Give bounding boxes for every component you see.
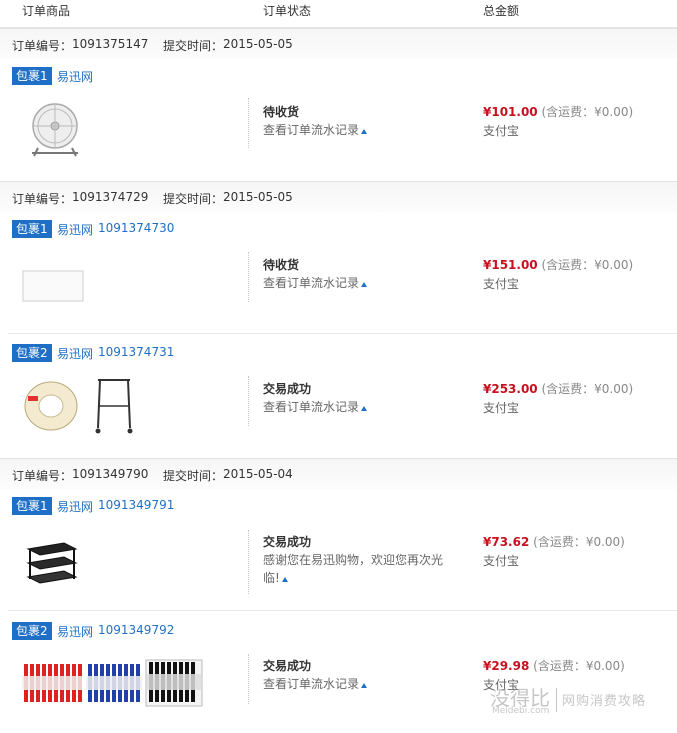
price-amount: ¥73.62	[483, 535, 530, 549]
column-divider	[248, 376, 249, 426]
black-markers	[145, 659, 203, 707]
track-link[interactable]: 临!	[263, 569, 288, 586]
submit-time-label: 提交时间：	[163, 39, 224, 53]
watermark-divider	[556, 688, 557, 712]
shipping-fee: (含运费：¥0.00)	[533, 659, 625, 673]
track-link-label: 查看订单流水记录	[263, 677, 360, 691]
price-amount: ¥29.98	[483, 659, 530, 673]
product-image-tape[interactable]	[22, 378, 80, 434]
submit-time-label: 提交时间：	[163, 192, 224, 206]
order-status: 交易成功	[263, 382, 312, 396]
track-link[interactable]: 查看订单流水记录	[263, 675, 368, 692]
expand-triangle-icon	[281, 577, 288, 582]
watermark: 没得比 Meidebi.com 网购消费攻略	[490, 682, 675, 726]
order-number-label: 订单编号：	[12, 39, 73, 53]
vendor-link[interactable]: 易迅网	[57, 68, 93, 85]
package-row: 包裹1 易迅网 1091349791	[12, 497, 672, 517]
column-divider	[248, 654, 249, 704]
col-goods-label: 订单商品	[22, 4, 71, 18]
expand-triangle-icon	[361, 406, 368, 411]
track-link[interactable]: 查看订单流水记录	[263, 121, 368, 138]
price-line: ¥253.00 (含运费：¥0.00)	[483, 380, 633, 397]
track-link[interactable]: 查看订单流水记录	[263, 398, 368, 415]
submit-time: 2015-05-05	[223, 190, 293, 204]
order-status: 待收货	[263, 105, 300, 119]
red-markers	[22, 664, 82, 702]
order-number: 1091375147	[72, 37, 149, 51]
price-amount: ¥101.00	[483, 105, 538, 119]
package-row: 包裹2 易迅网 1091349792	[12, 622, 672, 642]
price-line: ¥101.00 (含运费：¥0.00)	[483, 103, 633, 120]
vendor-link[interactable]: 易迅网	[57, 345, 93, 362]
price-line: ¥73.62 (含运费：¥0.00)	[483, 533, 625, 550]
order-number-label: 订单编号：	[12, 469, 73, 483]
price-amount: ¥151.00	[483, 258, 538, 272]
column-divider	[248, 252, 249, 302]
shipping-fee: (含运费：¥0.00)	[541, 258, 634, 272]
price-line: ¥151.00 (含运费：¥0.00)	[483, 256, 633, 273]
product-image-file-tray[interactable]	[24, 535, 80, 587]
package-divider	[8, 610, 677, 611]
expand-triangle-icon	[361, 282, 368, 287]
col-total-label: 总金额	[483, 4, 520, 18]
sub-order-link[interactable]: 1091374731	[98, 345, 174, 359]
package-tag: 包裹1	[12, 220, 52, 238]
order-status: 交易成功	[263, 535, 312, 549]
package-row: 包裹1 易迅网	[12, 67, 672, 87]
table-header: 订单商品 订单状态 总金额	[0, 0, 677, 28]
vendor-link[interactable]: 易迅网	[57, 623, 93, 640]
shipping-fee: (含运费：¥0.00)	[533, 535, 625, 549]
payment-method: 支付宝	[483, 277, 520, 291]
column-divider	[248, 530, 249, 594]
blue-markers	[86, 664, 142, 702]
watermark-slogan: 网购消费攻略	[562, 694, 647, 709]
order-header: 订单编号： 1091349790 提交时间： 2015-05-04	[0, 458, 677, 489]
payment-method: 支付宝	[483, 401, 520, 415]
track-link-label: 查看订单流水记录	[263, 123, 360, 137]
package-divider	[8, 333, 677, 334]
watermark-domain: Meidebi.com	[492, 706, 550, 716]
product-image-fan[interactable]	[24, 98, 86, 160]
order-status: 待收货	[263, 258, 300, 272]
order-header: 订单编号： 1091375147 提交时间： 2015-05-05	[0, 28, 677, 59]
track-link[interactable]: 查看订单流水记录	[263, 274, 368, 291]
order-number: 1091374729	[72, 190, 149, 204]
order-number-label: 订单编号：	[12, 192, 73, 206]
package-tag: 包裹1	[12, 497, 52, 515]
order-header: 订单编号： 1091374729 提交时间： 2015-05-05	[0, 181, 677, 212]
vendor-link[interactable]: 易迅网	[57, 221, 93, 238]
track-link-label: 查看订单流水记录	[263, 400, 360, 414]
price-line: ¥29.98 (含运费：¥0.00)	[483, 657, 625, 674]
package-tag: 包裹2	[12, 622, 52, 640]
sub-order-link[interactable]: 1091349791	[98, 498, 174, 512]
shipping-fee: (含运费：¥0.00)	[541, 382, 634, 396]
package-row: 包裹2 易迅网 1091374731	[12, 344, 672, 364]
col-status-label: 订单状态	[263, 4, 312, 18]
product-image-rack[interactable]	[92, 376, 136, 436]
order-number: 1091349790	[72, 467, 149, 481]
submit-time-label: 提交时间：	[163, 469, 224, 483]
submit-time: 2015-05-05	[223, 37, 293, 51]
package-row: 包裹1 易迅网 1091374730	[12, 220, 672, 240]
thanks-message: 感谢您在易迅购物，欢迎您再次光	[263, 553, 444, 567]
shipping-fee: (含运费：¥0.00)	[541, 105, 634, 119]
thanks-message-end: 临!	[263, 571, 280, 585]
payment-method: 支付宝	[483, 554, 520, 568]
order-status: 交易成功	[263, 659, 312, 673]
product-image-whiteboard[interactable]	[22, 270, 84, 304]
expand-triangle-icon	[361, 683, 368, 688]
expand-triangle-icon	[361, 129, 368, 134]
column-divider	[248, 98, 249, 148]
payment-method: 支付宝	[483, 124, 520, 138]
package-tag: 包裹2	[12, 344, 52, 362]
product-image-markers[interactable]	[22, 658, 204, 708]
track-link-label: 查看订单流水记录	[263, 276, 360, 290]
package-tag: 包裹1	[12, 67, 52, 85]
submit-time: 2015-05-04	[223, 467, 293, 481]
sub-order-link[interactable]: 1091374730	[98, 221, 174, 235]
vendor-link[interactable]: 易迅网	[57, 498, 93, 515]
price-amount: ¥253.00	[483, 382, 538, 396]
sub-order-link[interactable]: 1091349792	[98, 623, 174, 637]
